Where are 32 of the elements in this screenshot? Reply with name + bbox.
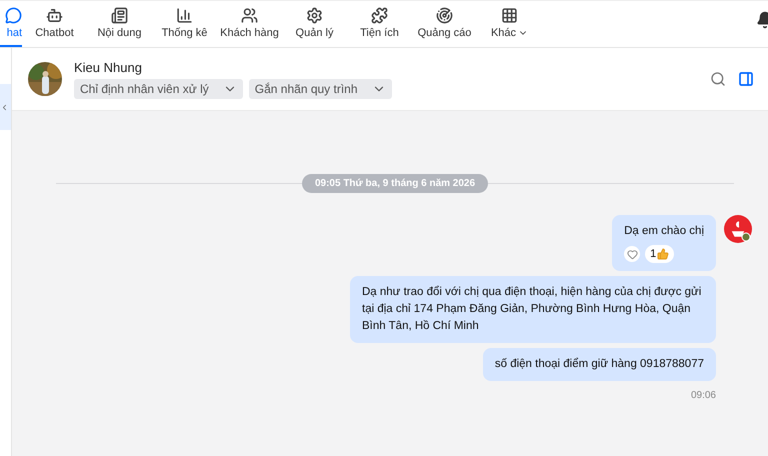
chat-bubble-icon [5, 7, 22, 24]
message-bubble: Dạ em chào chị 1 [612, 215, 716, 271]
brand-logo-icon [724, 215, 752, 243]
nav-tab[interactable]: Khác [477, 1, 542, 47]
radar-icon [436, 7, 453, 24]
nav-tab[interactable]: Tiện ích [347, 1, 412, 47]
nav-tab[interactable]: Quản lý [282, 1, 347, 47]
nav-tab[interactable]: Nội dung [87, 1, 152, 47]
robot-icon [46, 7, 63, 24]
nav-tab[interactable]: hat [0, 1, 22, 47]
message-bubble: Dạ như trao đổi với chị qua điện thoại, hiện hàng của chị được gửi tại địa chỉ 174 Phạm Đăng Giản, Phường Bình Hưng Hòa, Quận Bình Tân, Hồ Chí Minh [350, 276, 716, 343]
dropdown-select[interactable]: Chỉ định nhân viên xử lý [74, 78, 243, 98]
nav-tab[interactable]: Thống kê [152, 1, 217, 47]
message-time: 09:06 [690, 390, 716, 401]
document-icon [111, 7, 128, 24]
nav-tab[interactable]: Khách hàng [217, 1, 282, 47]
search-icon[interactable] [710, 71, 726, 87]
reaction-count[interactable]: 1 [645, 245, 674, 263]
message-bubble: số điện thoại điểm giữ hàng 0918788077 [482, 348, 716, 381]
people-icon [241, 7, 258, 24]
thumbs-up-icon [657, 248, 670, 260]
grid-icon [501, 7, 518, 24]
nav-tab[interactable]: Chatbot [22, 1, 87, 47]
chevron-icon [0, 102, 9, 112]
settings-icon [306, 7, 323, 24]
date-divider: 09:05 Thứ ba, 9 tháng 6 năm 2026 [302, 174, 488, 193]
side-panel-icon[interactable] [738, 71, 754, 87]
puzzle-icon [371, 7, 388, 24]
nav-tab[interactable]: Quảng cáo [412, 1, 477, 47]
bar-chart-icon [176, 7, 193, 24]
contact-name: Kieu Nhung [74, 60, 143, 74]
dropdown-select[interactable]: Gắn nhãn quy trình [248, 78, 392, 98]
